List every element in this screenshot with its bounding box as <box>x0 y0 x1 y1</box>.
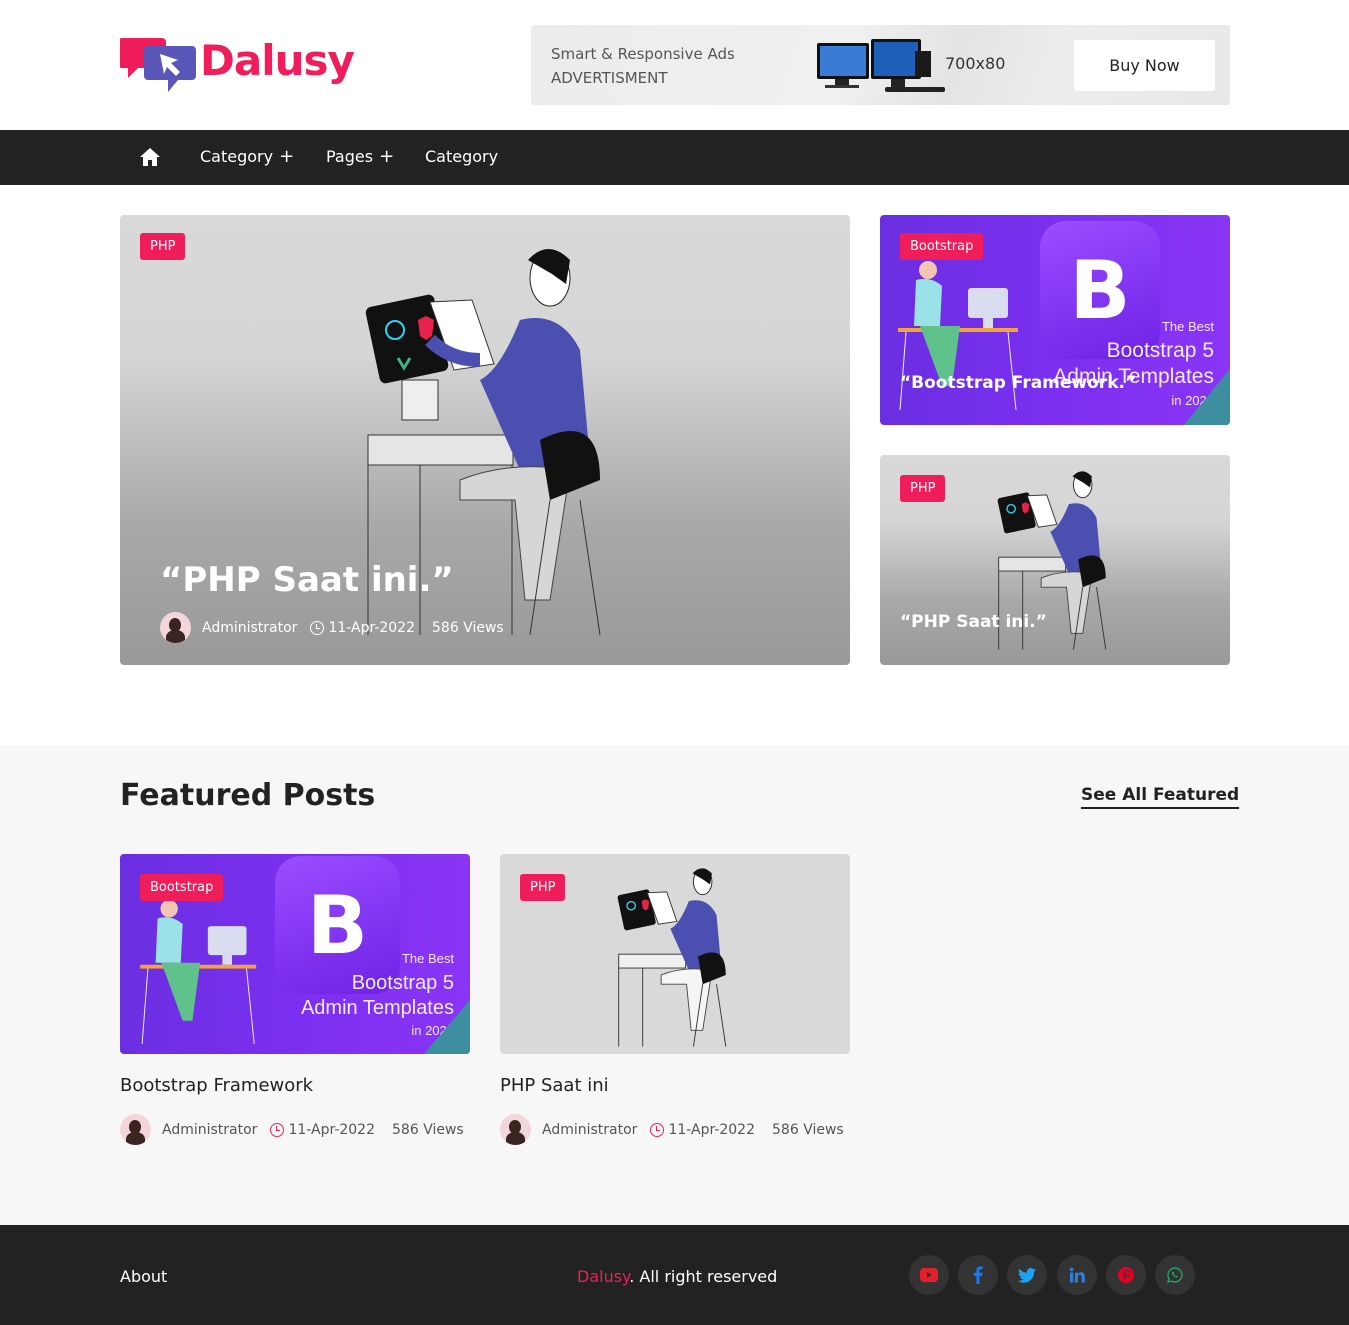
clock-icon <box>650 1122 665 1137</box>
author-avatar <box>500 1114 531 1145</box>
corner-accent <box>424 1000 470 1054</box>
author-avatar <box>120 1114 151 1145</box>
category-tag[interactable]: Bootstrap <box>900 233 984 260</box>
featured-post-image[interactable]: PHP <box>500 854 850 1054</box>
home-icon[interactable] <box>139 147 161 167</box>
plus-icon: + <box>279 145 295 167</box>
post-date: 11-Apr-2022 <box>668 1121 756 1138</box>
side-post-title[interactable]: “PHP Saat ini.” <box>900 612 1047 632</box>
nav-item-label: Category <box>425 147 499 166</box>
site-footer: About Dalusy. All right reserved <box>0 1225 1349 1325</box>
site-header: Dalusy Smart & Responsive Ads ADVERTISME… <box>0 0 1349 130</box>
post-views: 586 Views <box>432 619 504 636</box>
designer-illustration-icon <box>140 899 257 1044</box>
featured-section: Featured Posts See All Featured B The Be… <box>0 745 1349 1225</box>
author-name[interactable]: Administrator <box>162 1122 257 1138</box>
post-views: 586 Views <box>772 1121 844 1138</box>
author-name[interactable]: Administrator <box>542 1122 637 1138</box>
hero-side-post-bootstrap[interactable]: B The Best Bootstrap 5 Admin Templates i… <box>880 215 1230 425</box>
side-post-title[interactable]: “Bootstrap Framework.” <box>900 373 1136 393</box>
whatsapp-icon[interactable] <box>1155 1255 1195 1295</box>
nav-item-category-2[interactable]: Category <box>425 147 498 166</box>
section-title: Featured Posts <box>120 778 376 813</box>
facebook-icon[interactable] <box>958 1255 998 1295</box>
twitter-icon[interactable] <box>1007 1255 1047 1295</box>
site-logo[interactable]: Dalusy <box>120 34 360 96</box>
buy-now-button[interactable]: Buy Now <box>1074 40 1215 91</box>
footer-brand-link[interactable]: Dalusy <box>577 1267 629 1286</box>
post-meta: Administrator 11-Apr-2022 586 Views <box>160 612 504 643</box>
ad-headline: Smart & Responsive Ads <box>551 45 735 63</box>
post-meta: Administrator 11-Apr-2022 586 Views <box>120 1114 464 1145</box>
copyright-text: Dalusy. All right reserved <box>577 1267 777 1286</box>
clock-icon <box>270 1122 285 1137</box>
developer-illustration-icon <box>617 868 727 1047</box>
post-date: 11-Apr-2022 <box>328 619 416 636</box>
category-tag[interactable]: PHP <box>520 874 566 901</box>
hero-side-post-php[interactable]: PHP “PHP Saat ini.” <box>880 455 1230 665</box>
nav-item-label: Pages <box>326 147 374 166</box>
hero-main-post[interactable]: PHP “PHP Saat ini.” Administrator 11-Apr… <box>120 215 850 665</box>
plus-icon: + <box>379 145 395 167</box>
ad-subtitle: ADVERTISMENT <box>551 69 668 87</box>
author-name[interactable]: Administrator <box>202 620 297 636</box>
hero-post-title[interactable]: “PHP Saat ini.” <box>160 560 454 600</box>
corner-accent <box>1184 369 1230 425</box>
nav-item-category[interactable]: Category + <box>200 147 294 166</box>
category-tag[interactable]: Bootstrap <box>140 874 224 901</box>
monitors-image-icon <box>817 39 945 92</box>
ad-size-label: 700x80 <box>945 54 1006 73</box>
author-avatar <box>160 612 191 643</box>
category-tag[interactable]: PHP <box>900 475 946 502</box>
main-navigation: Category + Pages + Category <box>0 130 1349 185</box>
featured-post-title[interactable]: Bootstrap Framework <box>120 1075 313 1096</box>
nav-item-label: Category <box>200 147 274 166</box>
logo-text: Dalusy <box>200 36 355 85</box>
category-tag[interactable]: PHP <box>140 233 186 260</box>
logo-mark-icon <box>120 38 196 92</box>
art-the-best: The Best <box>401 951 454 966</box>
youtube-icon[interactable] <box>909 1255 949 1295</box>
post-meta: Administrator 11-Apr-2022 586 Views <box>500 1114 844 1145</box>
art-line1: Bootstrap 5 <box>1106 339 1214 362</box>
featured-post-image[interactable]: B The Best Bootstrap 5 Admin Templates i… <box>120 854 470 1054</box>
art-the-best: The Best <box>1161 319 1214 334</box>
footer-about-link[interactable]: About <box>120 1267 167 1286</box>
linkedin-icon[interactable] <box>1057 1255 1097 1295</box>
art-line1: Bootstrap 5 <box>351 972 454 994</box>
post-date: 11-Apr-2022 <box>288 1121 376 1138</box>
clock-icon <box>310 620 325 635</box>
post-views: 586 Views <box>392 1121 464 1138</box>
rights-text: . All right reserved <box>629 1267 778 1286</box>
pinterest-icon[interactable] <box>1106 1255 1146 1295</box>
advertisement-banner[interactable]: Smart & Responsive Ads ADVERTISMENT 700x… <box>531 25 1230 105</box>
see-all-featured-link[interactable]: See All Featured <box>1081 785 1240 809</box>
nav-item-pages[interactable]: Pages + <box>326 147 394 166</box>
featured-post-title[interactable]: PHP Saat ini <box>500 1075 609 1096</box>
